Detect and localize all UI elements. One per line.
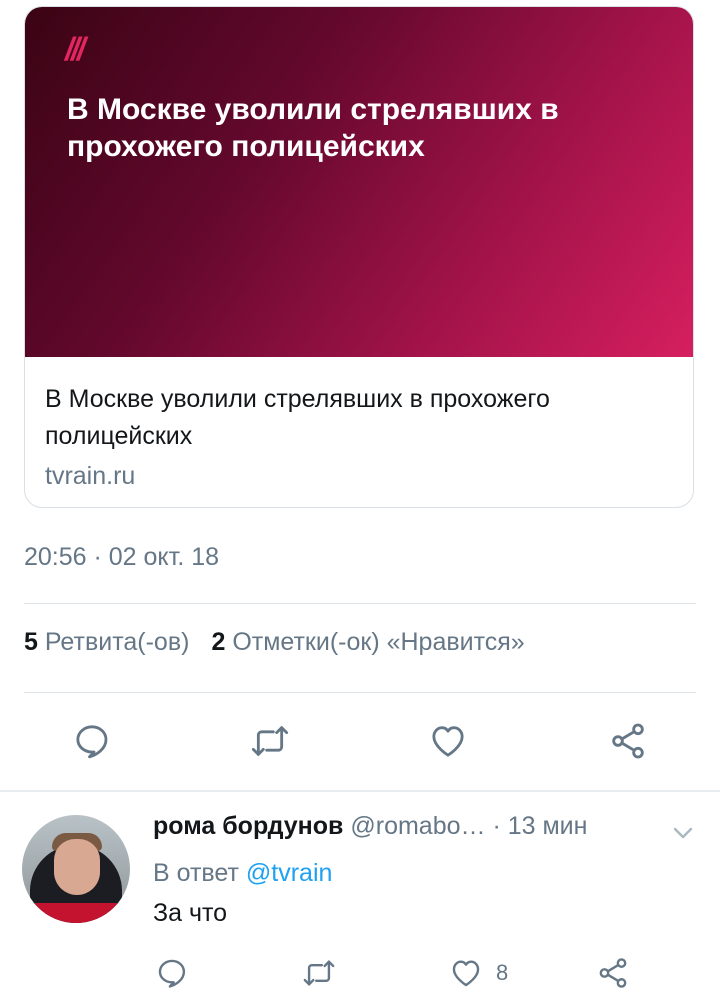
likes-label: Отметки(-ок) «Нравится»	[232, 628, 525, 656]
divider	[24, 603, 696, 604]
card-image-headline: В Москве уволили стрелявших в прохожего …	[67, 93, 559, 163]
reply-text: За что	[153, 899, 228, 927]
reply-icon[interactable]	[72, 721, 112, 761]
reply-to-mention[interactable]: @tvrain	[246, 859, 333, 887]
tweet-timestamp[interactable]: 20:56 · 02 окт. 18	[24, 543, 219, 572]
reply-author-handle[interactable]: @romabo…	[350, 812, 485, 840]
reply-icon[interactable]	[155, 956, 189, 990]
share-icon[interactable]	[596, 956, 630, 990]
retweets-label: Ретвита(-ов)	[44, 628, 190, 656]
reply-author-name[interactable]: рома бордунов	[153, 812, 343, 840]
likes-stat[interactable]: 2 Отметки(-ок) «Нравится»	[211, 628, 524, 656]
likes-count: 2	[211, 628, 226, 656]
divider	[24, 692, 696, 693]
reply-action-bar	[0, 952, 720, 996]
tweet-stats: 5 Ретвита(-ов) 2 Отметки(-ок) «Нравится»	[24, 628, 525, 657]
link-preview-card[interactable]: /// В Москве уволили стрелявших в прохож…	[24, 6, 694, 508]
reply-to-line: В ответ @tvrain	[153, 859, 332, 888]
heart-icon[interactable]	[428, 721, 468, 761]
retweet-icon[interactable]	[302, 956, 336, 990]
section-separator	[0, 790, 720, 792]
card-title: В Москве уволили стрелявших в прохожего …	[45, 385, 550, 450]
reply-to-prefix: В ответ	[153, 859, 239, 887]
heart-icon[interactable]	[449, 956, 483, 990]
tweet-action-bar	[0, 715, 720, 771]
card-image: /// В Москве уволили стрелявших в прохож…	[25, 7, 693, 357]
reply-time: · 13 мин	[492, 812, 588, 840]
avatar[interactable]	[22, 815, 130, 923]
tvrain-logo: ///	[65, 31, 86, 67]
retweet-icon[interactable]	[250, 721, 290, 761]
reply-like-count: 8	[496, 960, 509, 985]
retweets-stat[interactable]: 5 Ретвита(-ов)	[24, 628, 189, 656]
retweets-count: 5	[24, 628, 38, 656]
chevron-down-icon[interactable]	[670, 822, 696, 844]
card-domain: tvrain.ru	[45, 462, 136, 490]
reply-header: рома бордунов @romabo… · 13 мин	[153, 812, 587, 841]
share-icon[interactable]	[608, 721, 648, 761]
